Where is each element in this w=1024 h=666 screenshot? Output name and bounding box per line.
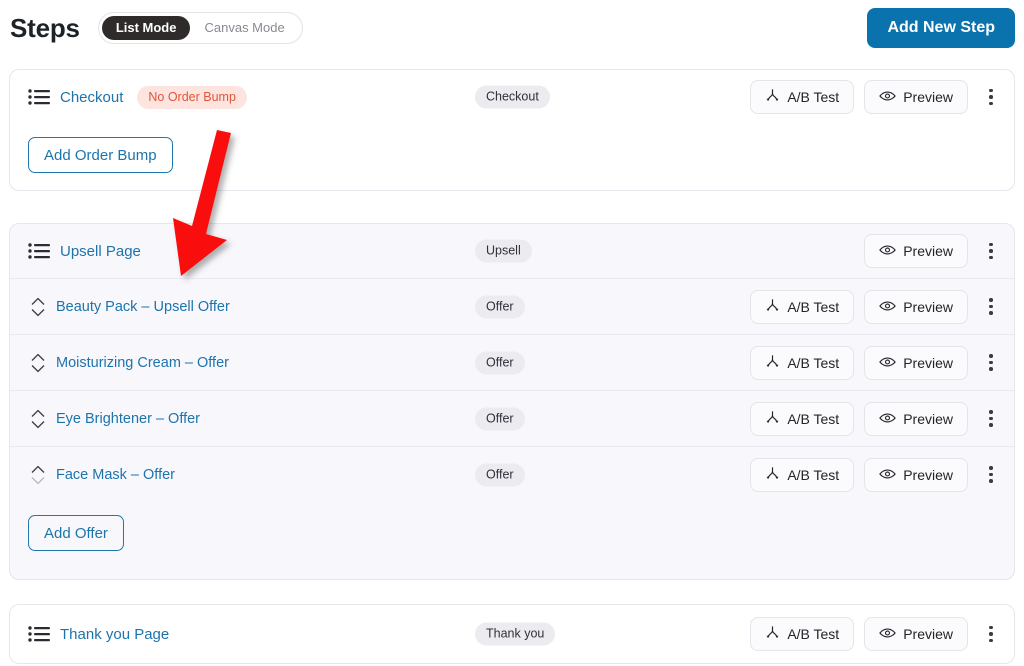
split-test-icon — [765, 298, 780, 316]
ab-test-label: A/B Test — [787, 626, 840, 642]
preview-button[interactable]: Preview — [864, 80, 968, 114]
eye-icon — [879, 411, 896, 427]
eye-icon — [879, 467, 896, 483]
eye-icon — [879, 626, 896, 642]
row-actions: Preview — [864, 234, 1004, 268]
table-row[interactable]: Eye Brightener – Offer Offer A/B Test Pr… — [10, 390, 1014, 446]
list-icon — [28, 625, 50, 643]
sort-up-down-icon[interactable] — [28, 404, 48, 434]
table-row[interactable]: Thank you Page Thank you A/B Test Previe… — [10, 605, 1014, 663]
eye-icon — [879, 355, 896, 371]
split-test-icon — [765, 625, 780, 643]
step-name-link[interactable]: Checkout — [60, 89, 123, 106]
step-type-badge: Thank you — [475, 622, 556, 646]
more-options-icon[interactable] — [978, 236, 1004, 266]
preview-label: Preview — [903, 466, 953, 483]
tab-canvas-mode[interactable]: Canvas Mode — [190, 16, 298, 40]
card-footer: Add Offer — [10, 502, 1014, 564]
eye-icon — [879, 299, 896, 315]
ab-test-button[interactable]: A/B Test — [750, 80, 855, 114]
ab-test-label: A/B Test — [787, 410, 840, 427]
ab-test-button[interactable]: A/B Test — [750, 617, 855, 651]
preview-button[interactable]: Preview — [864, 289, 968, 324]
more-options-icon[interactable] — [978, 292, 1004, 322]
sort-up-down-icon[interactable] — [28, 460, 48, 490]
step-name-link[interactable]: Eye Brightener – Offer — [56, 411, 200, 427]
split-test-icon — [765, 410, 780, 428]
preview-label: Preview — [903, 354, 953, 371]
step-type-badge: Upsell — [475, 239, 532, 263]
row-actions: A/B Test Preview — [750, 457, 1004, 492]
step-type-badge: Checkout — [475, 85, 550, 109]
preview-label: Preview — [903, 89, 953, 105]
add-order-bump-button[interactable]: Add Order Bump — [28, 137, 173, 173]
row-actions: A/B Test Preview — [750, 345, 1004, 380]
table-row[interactable]: Upsell Page Upsell Preview — [10, 224, 1014, 278]
step-type-badge: Offer — [475, 407, 525, 430]
ab-test-button[interactable]: A/B Test — [750, 345, 855, 380]
row-actions: A/B Test Preview — [750, 80, 1004, 114]
split-test-icon — [765, 88, 780, 106]
table-row[interactable]: Checkout No Order Bump Checkout A/B Test — [10, 70, 1014, 124]
more-options-icon[interactable] — [978, 404, 1004, 434]
steps-page: Steps List Mode Canvas Mode Add New Step… — [0, 0, 1024, 666]
step-name-link[interactable]: Upsell Page — [60, 243, 141, 260]
more-options-icon[interactable] — [978, 82, 1004, 112]
status-badge: No Order Bump — [137, 85, 247, 109]
card-footer: Add Order Bump — [10, 124, 1014, 186]
preview-label: Preview — [903, 298, 953, 315]
step-name-link[interactable]: Thank you Page — [60, 626, 169, 643]
row-actions: A/B Test Preview — [750, 289, 1004, 324]
table-row[interactable]: Beauty Pack – Upsell Offer Offer A/B Tes… — [10, 278, 1014, 334]
step-type-badge: Offer — [475, 351, 525, 374]
split-test-icon — [765, 354, 780, 372]
step-name-link[interactable]: Moisturizing Cream – Offer — [56, 355, 229, 371]
split-test-icon — [765, 466, 780, 484]
more-options-icon[interactable] — [978, 619, 1004, 649]
preview-button[interactable]: Preview — [864, 401, 968, 436]
table-row[interactable]: Moisturizing Cream – Offer Offer A/B Tes… — [10, 334, 1014, 390]
upsell-card: Upsell Page Upsell Preview Beauty Pack –… — [9, 223, 1015, 580]
more-options-icon[interactable] — [978, 460, 1004, 490]
list-icon — [28, 242, 50, 260]
more-options-icon[interactable] — [978, 348, 1004, 378]
thankyou-card: Thank you Page Thank you A/B Test Previe… — [9, 604, 1015, 664]
preview-button[interactable]: Preview — [864, 617, 968, 651]
ab-test-label: A/B Test — [787, 298, 840, 315]
preview-button[interactable]: Preview — [864, 234, 968, 268]
step-type-badge: Offer — [475, 463, 525, 486]
step-name-link[interactable]: Face Mask – Offer — [56, 467, 175, 483]
list-icon — [28, 88, 50, 106]
ab-test-button[interactable]: A/B Test — [750, 457, 855, 492]
view-mode-toggle[interactable]: List Mode Canvas Mode — [97, 12, 303, 44]
preview-button[interactable]: Preview — [864, 457, 968, 492]
checkout-card: Checkout No Order Bump Checkout A/B Test — [9, 69, 1015, 191]
table-row[interactable]: Face Mask – Offer Offer A/B Test Preview — [10, 446, 1014, 502]
tab-list-mode[interactable]: List Mode — [101, 16, 191, 40]
ab-test-button[interactable]: A/B Test — [750, 289, 855, 324]
ab-test-label: A/B Test — [787, 466, 840, 483]
row-actions: A/B Test Preview — [750, 401, 1004, 436]
preview-label: Preview — [903, 410, 953, 427]
preview-label: Preview — [903, 626, 953, 642]
step-type-badge: Offer — [475, 295, 525, 318]
ab-test-label: A/B Test — [787, 354, 840, 371]
add-new-step-button[interactable]: Add New Step — [867, 8, 1015, 48]
ab-test-label: A/B Test — [787, 89, 840, 105]
eye-icon — [879, 243, 896, 259]
row-actions: A/B Test Preview — [750, 617, 1004, 651]
step-name-link[interactable]: Beauty Pack – Upsell Offer — [56, 299, 230, 315]
eye-icon — [879, 89, 896, 105]
preview-button[interactable]: Preview — [864, 345, 968, 380]
sort-up-down-icon[interactable] — [28, 348, 48, 378]
sort-up-down-icon[interactable] — [28, 292, 48, 322]
ab-test-button[interactable]: A/B Test — [750, 401, 855, 436]
add-offer-button[interactable]: Add Offer — [28, 515, 124, 551]
preview-label: Preview — [903, 243, 953, 259]
page-title: Steps — [10, 13, 80, 43]
